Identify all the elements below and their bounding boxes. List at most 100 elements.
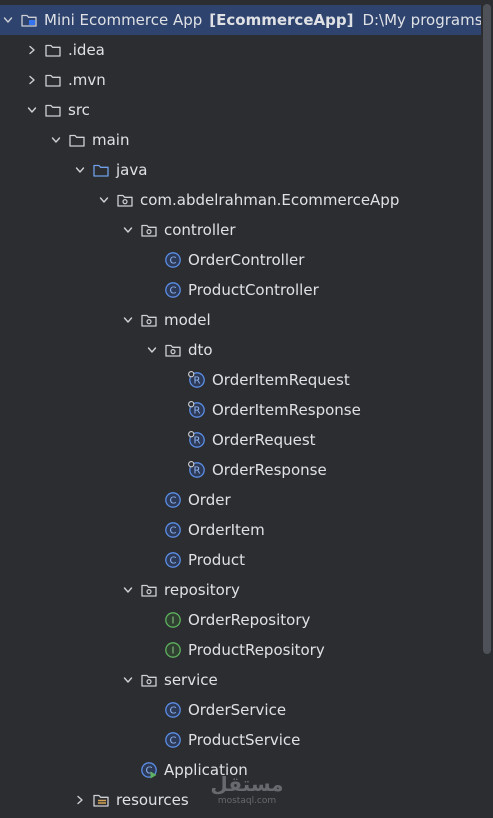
folder-icon <box>44 41 62 59</box>
svg-text:R: R <box>194 436 201 447</box>
tree-node-orderrepository[interactable]: I OrderRepository <box>0 605 481 635</box>
tree-node-label: Order <box>188 491 231 509</box>
source-folder-icon <box>92 161 110 179</box>
tree-node-controller[interactable]: controller <box>0 215 481 245</box>
folder-icon <box>44 101 62 119</box>
package-icon <box>116 191 134 209</box>
class-icon: C <box>164 281 182 299</box>
tree-node-label: src <box>68 101 90 119</box>
chevron-down-icon[interactable] <box>120 215 136 245</box>
project-tree: Mini Ecommerce App [EcommerceApp] D:\My pr… <box>0 0 481 818</box>
project-root-node[interactable]: Mini Ecommerce App [EcommerceApp] D:\My pr… <box>0 5 481 35</box>
chevron-down-icon[interactable] <box>120 575 136 605</box>
tree-node-label: OrderService <box>188 701 287 719</box>
tree-node-idea[interactable]: .idea <box>0 35 481 65</box>
tree-node-label: OrderRequest <box>212 431 316 449</box>
tree-node-main[interactable]: main <box>0 125 481 155</box>
package-icon <box>140 311 158 329</box>
chevron-down-icon[interactable] <box>96 185 112 215</box>
tree-node-orderservice[interactable]: C OrderService <box>0 695 481 725</box>
tree-node-label: dto <box>188 341 213 359</box>
tree-node-product[interactable]: C Product <box>0 545 481 575</box>
folder-icon <box>68 131 86 149</box>
chevron-down-icon[interactable] <box>48 125 64 155</box>
module-name: [EcommerceApp] <box>209 11 354 29</box>
svg-text:C: C <box>170 286 177 297</box>
svg-text:C: C <box>170 496 177 507</box>
resources-folder-icon <box>92 791 110 809</box>
record-icon: R <box>188 371 206 389</box>
svg-text:C: C <box>170 526 177 537</box>
tree-node-label: .idea <box>68 41 105 59</box>
tree-node-src[interactable]: src <box>0 95 481 125</box>
tree-node-label: OrderItemRequest <box>212 371 350 389</box>
tree-node-label: service <box>164 671 218 689</box>
tree-node-orderitemrequest[interactable]: R OrderItemRequest <box>0 365 481 395</box>
tree-node-label: com.abdelrahman.EcommerceApp <box>140 191 400 209</box>
chevron-right-icon[interactable] <box>72 785 88 815</box>
class-icon: C <box>164 251 182 269</box>
chevron-down-icon[interactable] <box>120 665 136 695</box>
record-icon: R <box>188 401 206 419</box>
tree-node-label: OrderRepository <box>188 611 311 629</box>
chevron-down-icon[interactable] <box>120 305 136 335</box>
record-icon: R <box>188 461 206 479</box>
tree-node-label: OrderItemResponse <box>212 401 361 419</box>
watermark-url: mostaql.com <box>217 796 277 806</box>
vertical-scrollbar[interactable] <box>483 4 491 654</box>
tree-node-productservice[interactable]: C ProductService <box>0 725 481 755</box>
tree-node-label: OrderResponse <box>212 461 327 479</box>
record-icon: R <box>188 431 206 449</box>
tree-node-label: controller <box>164 221 236 239</box>
tree-node-label: Mini Ecommerce App [EcommerceApp] D:\My pr… <box>44 5 481 35</box>
chevron-right-icon[interactable] <box>24 65 40 95</box>
tree-node-repository[interactable]: repository <box>0 575 481 605</box>
package-icon <box>140 221 158 239</box>
chevron-right-icon[interactable] <box>24 35 40 65</box>
interface-icon: I <box>164 611 182 629</box>
package-icon <box>140 671 158 689</box>
svg-text:R: R <box>194 376 201 387</box>
class-icon: C <box>164 551 182 569</box>
class-icon: C <box>164 731 182 749</box>
project-name: Mini Ecommerce App <box>44 11 203 29</box>
svg-text:I: I <box>172 646 175 657</box>
tree-node-label: main <box>92 131 130 149</box>
module-folder-icon <box>20 11 38 29</box>
chevron-down-icon[interactable] <box>72 155 88 185</box>
tree-node-orderitem[interactable]: C OrderItem <box>0 515 481 545</box>
interface-icon: I <box>164 641 182 659</box>
package-icon <box>140 581 158 599</box>
svg-text:I: I <box>172 616 175 627</box>
tree-node-model[interactable]: model <box>0 305 481 335</box>
tree-node-label: model <box>164 311 211 329</box>
tree-node-orderitemresponse[interactable]: R OrderItemResponse <box>0 395 481 425</box>
tree-node-label: java <box>116 161 148 179</box>
tree-node-label: OrderItem <box>188 521 265 539</box>
tree-node-productcontroller[interactable]: C ProductController <box>0 275 481 305</box>
tree-node-orderrequest[interactable]: R OrderRequest <box>0 425 481 455</box>
tree-node-orderresponse[interactable]: R OrderResponse <box>0 455 481 485</box>
chevron-down-icon[interactable] <box>144 335 160 365</box>
svg-text:C: C <box>170 706 177 717</box>
class-icon: C <box>164 701 182 719</box>
chevron-down-icon[interactable] <box>0 5 16 35</box>
tree-node-com-abdelrahman-ecommerceapp[interactable]: com.abdelrahman.EcommerceApp <box>0 185 481 215</box>
tree-node-order[interactable]: C Order <box>0 485 481 515</box>
chevron-down-icon[interactable] <box>24 95 40 125</box>
tree-node-productrepository[interactable]: I ProductRepository <box>0 635 481 665</box>
tree-node-label: Product <box>188 551 245 569</box>
tree-node-service[interactable]: service <box>0 665 481 695</box>
tree-node-java[interactable]: java <box>0 155 481 185</box>
tree-node-ordercontroller[interactable]: C OrderController <box>0 245 481 275</box>
tree-node-mvn[interactable]: .mvn <box>0 65 481 95</box>
tree-node-label: resources <box>116 791 189 809</box>
class-icon: C <box>164 521 182 539</box>
tree-node-label: OrderController <box>188 251 305 269</box>
tree-node-label: .mvn <box>68 71 106 89</box>
tree-node-label: ProductController <box>188 281 319 299</box>
tree-node-dto[interactable]: dto <box>0 335 481 365</box>
folder-icon <box>44 71 62 89</box>
tree-node-label: ProductRepository <box>188 641 325 659</box>
project-path: D:\My programs <box>362 11 481 29</box>
